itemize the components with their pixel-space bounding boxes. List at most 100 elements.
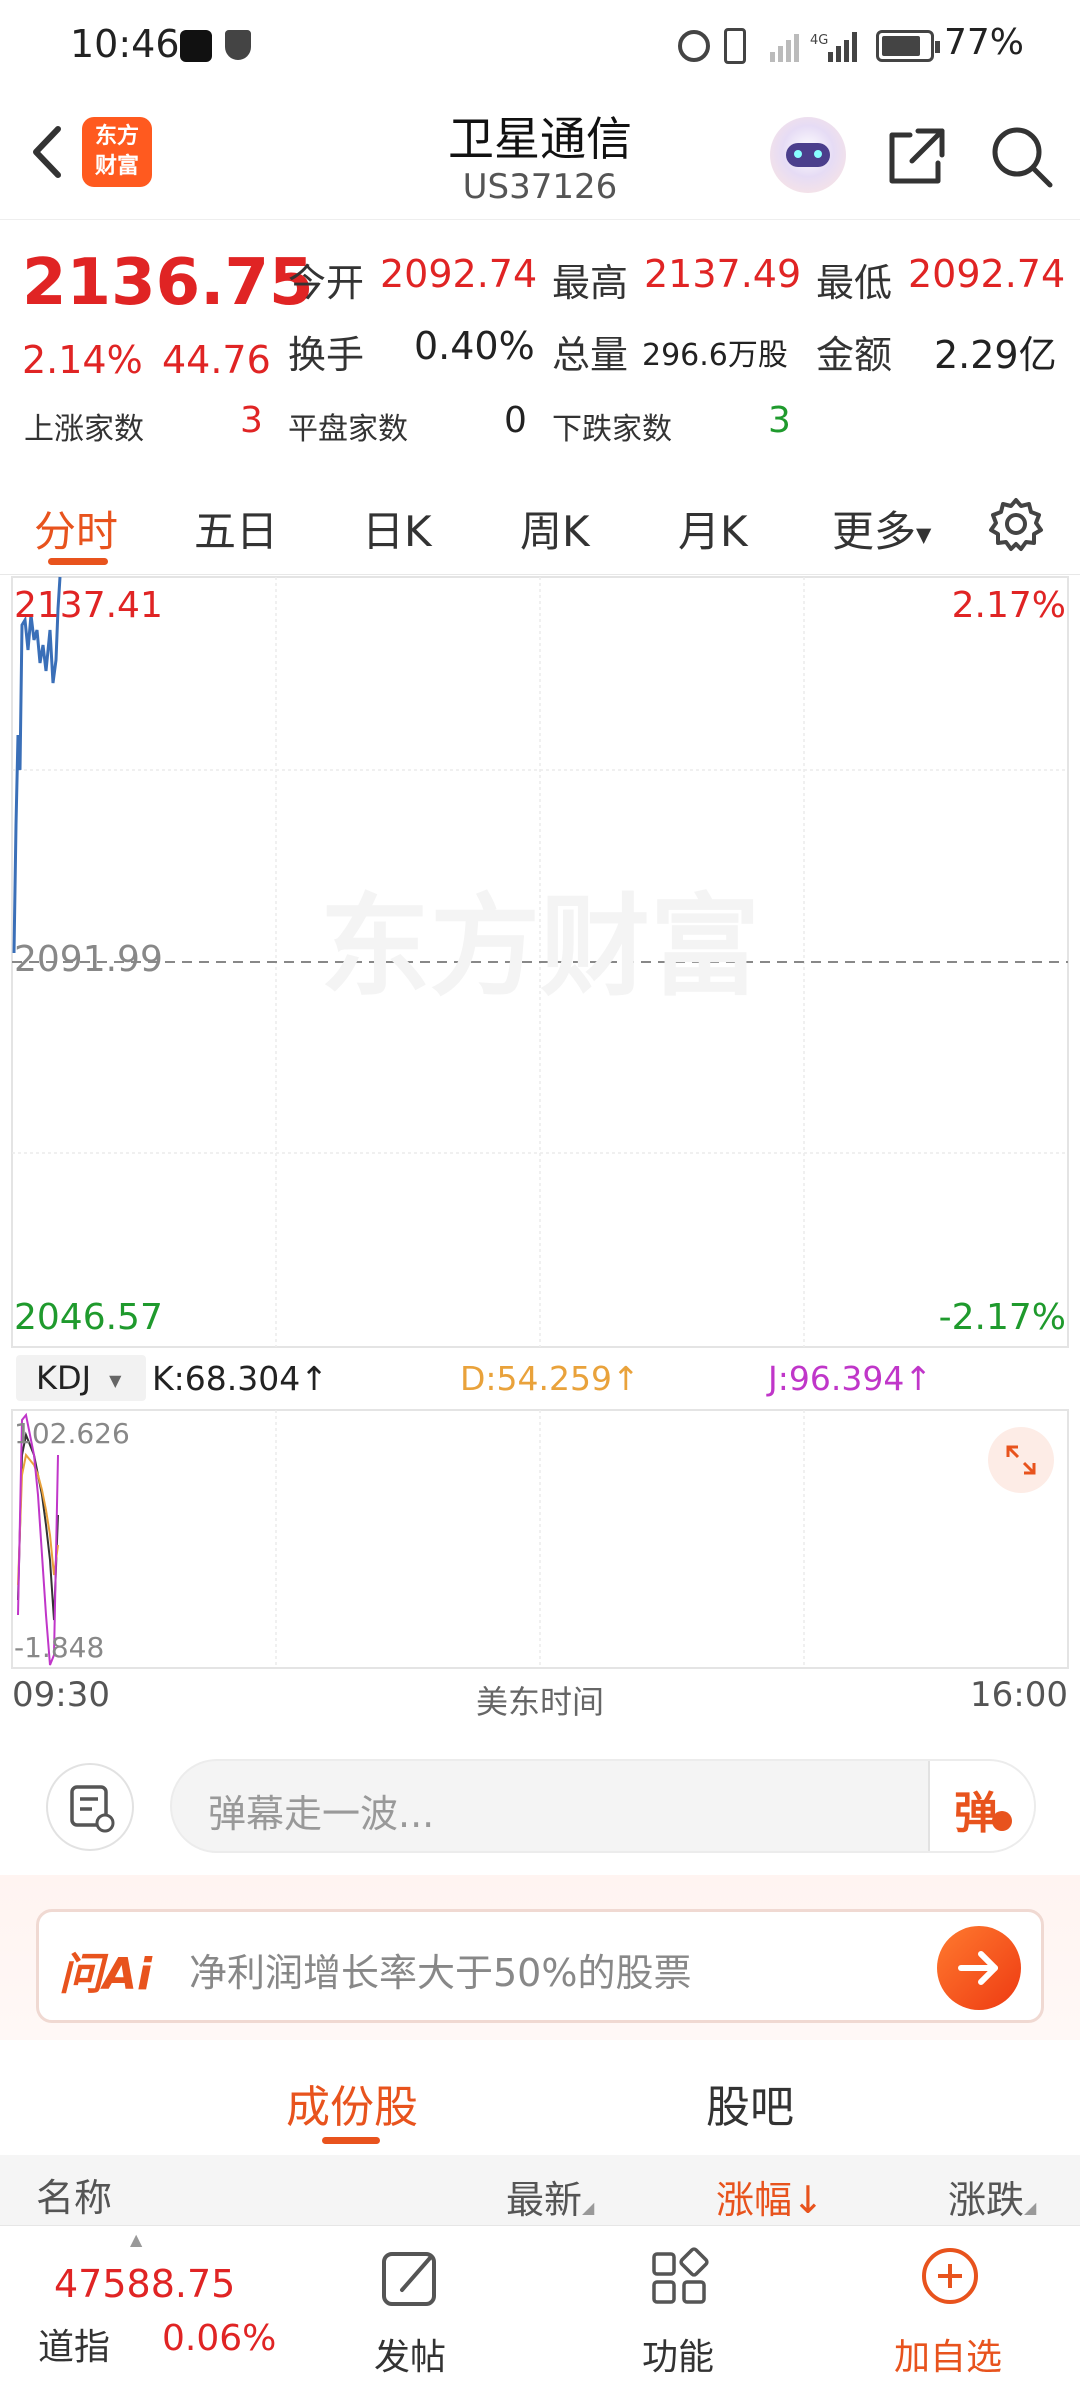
change-value: 44.76 xyxy=(162,338,271,382)
tab-forum[interactable]: 股吧 xyxy=(706,2071,794,2135)
table-header: 名称 最新◢ 涨幅↓ 涨跌◢ xyxy=(0,2155,1080,2225)
time-zone-label: 美东时间 xyxy=(475,1683,604,1721)
ai-go-button[interactable] xyxy=(937,1926,1021,2010)
expand-button[interactable] xyxy=(988,1427,1054,1493)
gear-icon xyxy=(989,498,1043,551)
tab-five-day[interactable]: 五日 xyxy=(194,498,278,559)
index-percent: 0.06% xyxy=(162,2318,277,2359)
up-triangle-icon: ▲ xyxy=(130,2230,143,2249)
settings-button[interactable] xyxy=(988,496,1044,552)
danmu-input[interactable]: 弹幕走一波... 弹 xyxy=(170,1759,1036,1853)
tab-day-k[interactable]: 日K xyxy=(362,498,432,559)
j-line xyxy=(17,1412,59,1666)
tab-more-label: 更多 xyxy=(832,507,917,556)
ai-logo: 问Ai xyxy=(59,1949,153,2000)
volume-value: 296.6万股 xyxy=(642,338,788,373)
tab-active-indicator xyxy=(48,558,108,565)
high-value: 2137.49 xyxy=(644,252,802,296)
caret-down-icon: ▼ xyxy=(916,522,932,547)
col-change-pct[interactable]: 涨幅↓ xyxy=(716,2169,824,2224)
danmu-label: 弹 xyxy=(954,1788,998,1839)
volume-label: 总量 xyxy=(552,333,629,377)
share-button[interactable] xyxy=(884,125,948,189)
ai-search-bar: 问Ai 净利润增长率大于50%的股票 xyxy=(0,1875,1080,2040)
amount-value: 2.29亿 xyxy=(934,333,1057,377)
post-button[interactable]: 发帖 xyxy=(360,2246,460,2386)
functions-button[interactable]: 功能 xyxy=(628,2246,728,2386)
low-value: 2092.74 xyxy=(908,252,1066,296)
battery-percent: 77% xyxy=(944,22,1025,63)
indicator-select-value: KDJ xyxy=(36,1359,92,1397)
col-change[interactable]: 涨跌◢ xyxy=(948,2169,1036,2224)
kdj-k-value: K:68.304↑ xyxy=(152,1359,328,1398)
tab-intraday[interactable]: 分时 xyxy=(34,498,118,559)
chart-tabs: 分时 五日 日K 周K 月K 更多▼ xyxy=(0,470,1080,575)
tab-week-k[interactable]: 周K xyxy=(520,498,590,559)
tab-month-k[interactable]: 月K xyxy=(678,498,748,559)
danmu-bar: 弹幕走一波... 弹 xyxy=(0,1735,1080,1865)
plus-circle-icon xyxy=(922,2248,978,2304)
ai-robot-icon[interactable] xyxy=(770,117,846,193)
app-header: 东方 财富 卫星通信 US37126 xyxy=(0,95,1080,220)
axis-top-percent: 2.17% xyxy=(951,585,1066,626)
kdj-d-value: D:54.259↑ xyxy=(460,1359,640,1398)
vibrate-icon xyxy=(724,28,746,64)
danmu-send-button[interactable]: 弹 xyxy=(928,1761,1034,1851)
index-value: 47588.75 xyxy=(54,2262,236,2306)
d-line xyxy=(17,1452,59,1586)
watermark: 东方财富 xyxy=(320,886,760,1009)
danmu-input-placeholder: 弹幕走一波... xyxy=(208,1792,435,1836)
index-name: 道指 xyxy=(38,2327,111,2368)
search-button[interactable] xyxy=(988,123,1056,191)
index-ticker[interactable]: ▲ 47588.75 道指 0.06% xyxy=(30,2226,290,2400)
kdj-max-label: 102.626 xyxy=(14,1417,130,1450)
expand-icon xyxy=(1006,1445,1036,1475)
subtab-active-indicator xyxy=(322,2137,380,2144)
arrow-right-icon xyxy=(958,1951,998,1985)
tab-more[interactable]: 更多▼ xyxy=(832,498,931,559)
turnover-value: 0.40% xyxy=(414,324,535,368)
functions-label: 功能 xyxy=(642,2337,715,2378)
status-time: 10:46 xyxy=(70,22,180,66)
kdj-grid xyxy=(275,1410,805,1668)
sort-icon: ◢ xyxy=(582,2198,595,2217)
low-label: 最低 xyxy=(816,261,893,305)
axis-top-price: 2137.41 xyxy=(14,585,163,626)
tab-constituents[interactable]: 成份股 xyxy=(286,2071,418,2135)
signal-icon: 4G xyxy=(768,28,868,64)
notes-icon xyxy=(70,1785,115,1833)
last-price: 2136.75 xyxy=(22,246,314,320)
flat-count-label: 平盘家数 xyxy=(288,412,408,447)
edit-icon xyxy=(382,2252,436,2306)
col-change-label: 涨跌 xyxy=(948,2178,1025,2222)
axis-mid-price: 2091.99 xyxy=(14,939,163,980)
quote-panel: 2136.75 2.14% 44.76 今开 2092.74 最高 2137.4… xyxy=(0,222,1080,462)
change-percent: 2.14% xyxy=(22,338,143,382)
kdj-min-label: -1.848 xyxy=(14,1631,105,1664)
grid-icon xyxy=(652,2247,709,2304)
add-watchlist-button[interactable]: 加自选 xyxy=(880,2246,1020,2386)
time-end: 16:00 xyxy=(970,1675,1068,1715)
col-latest[interactable]: 最新◢ xyxy=(506,2169,594,2224)
turnover-label: 换手 xyxy=(288,333,365,377)
price-line xyxy=(12,576,62,954)
post-label: 发帖 xyxy=(374,2337,447,2378)
axis-bottom-percent: -2.17% xyxy=(938,1297,1066,1338)
ai-search-box[interactable]: 问Ai 净利润增长率大于50%的股票 xyxy=(36,1909,1044,2023)
kdj-j-value: J:96.394↑ xyxy=(768,1359,932,1398)
ai-prompt-text: 净利润增长率大于50%的股票 xyxy=(189,1951,692,1995)
indicator-select[interactable]: KDJ ▼ xyxy=(16,1355,146,1401)
tiktok-icon xyxy=(180,30,212,62)
open-label: 今开 xyxy=(288,261,365,305)
flat-count: 0 xyxy=(504,400,527,441)
notes-button[interactable] xyxy=(46,1763,134,1851)
axis-bottom-price: 2046.57 xyxy=(14,1297,163,1338)
search-icon xyxy=(992,127,1053,188)
status-bar: 10:46 4G 77% xyxy=(0,0,1080,95)
col-name: 名称 xyxy=(36,2176,113,2220)
bottom-bar: ▲ 47588.75 道指 0.06% 发帖 功能 加自选 xyxy=(0,2225,1080,2400)
sort-icon: ◢ xyxy=(1024,2198,1037,2217)
up-count: 3 xyxy=(240,400,263,441)
battery-icon xyxy=(876,30,940,62)
intraday-chart[interactable]: 东方财富 2137.41 2.17% 2091.99 2046.57 -2.17… xyxy=(0,575,1080,1735)
